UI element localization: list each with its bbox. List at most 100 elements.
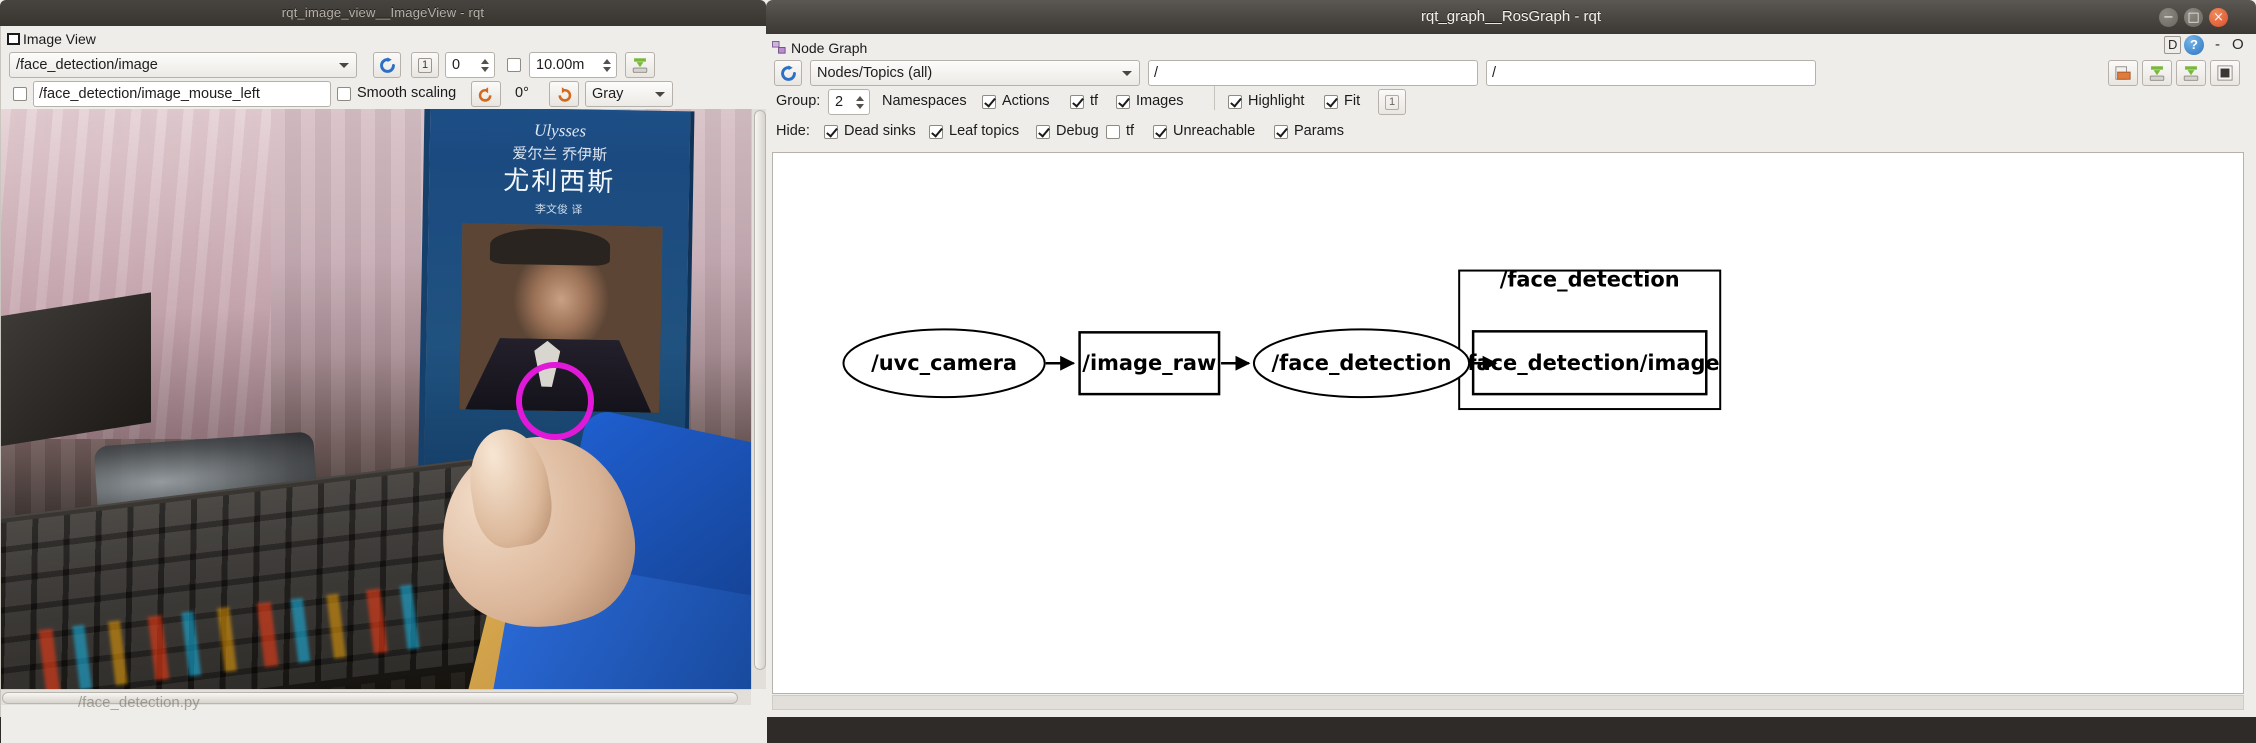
rotate-left-icon <box>478 86 492 102</box>
node-graph-dock-title: Node Graph <box>791 40 868 56</box>
group-label: Group: <box>776 93 821 109</box>
open-file-button[interactable] <box>2108 60 2138 86</box>
graph-node-face-detection-label: /face_detection <box>1272 351 1452 375</box>
zoom-one-to-one-button[interactable]: 1 <box>411 52 439 78</box>
unreachable-label: Unreachable <box>1173 123 1256 139</box>
fit-in-view-button[interactable] <box>2210 60 2240 86</box>
smooth-scaling-label: Smooth scaling <box>357 85 457 101</box>
ros-graph-canvas[interactable]: /face_detection /face_detection/image /u… <box>772 152 2244 694</box>
graph-horizontal-scrollbar[interactable] <box>772 695 2244 710</box>
chevron-down-icon <box>655 92 665 97</box>
image-view-titlebar[interactable]: rqt_image_view__ImageView - rqt <box>0 0 766 26</box>
spin-arrows[interactable] <box>852 91 867 113</box>
images-checkbox[interactable] <box>1116 95 1130 109</box>
chevron-down-icon <box>339 63 349 68</box>
image-index-value: 0 <box>452 57 461 73</box>
fit-checkbox[interactable] <box>1324 95 1338 109</box>
save-image-icon <box>2183 65 2199 81</box>
debug-checkbox[interactable] <box>1036 125 1050 139</box>
hide-label: Hide: <box>776 123 810 139</box>
params-label: Params <box>1294 123 1344 139</box>
leaf-topics-label: Leaf topics <box>949 123 1020 139</box>
node-graph-titlebar[interactable]: rqt_graph__RosGraph - rqt − □ × <box>766 0 2256 34</box>
save-image-button[interactable] <box>2176 60 2206 86</box>
photo-laptop <box>1 292 151 448</box>
dead-sinks-checkbox[interactable] <box>824 125 838 139</box>
close-dock-button[interactable]: O <box>2232 36 2244 53</box>
graph-zoom-one-button[interactable]: 1 <box>1378 89 1406 115</box>
highlight-checkbox[interactable] <box>1228 95 1242 109</box>
one-icon: 1 <box>1384 94 1400 110</box>
include-filter-value: / <box>1154 65 1159 81</box>
image-view-window: rqt_image_view__ImageView - rqt Image Vi… <box>0 0 767 743</box>
leaf-topics-checkbox[interactable] <box>929 125 943 139</box>
book-cover-title-en: Ulysses <box>533 120 587 141</box>
folder-icon <box>2115 66 2131 80</box>
exclude-filter-value: / <box>1492 65 1497 81</box>
unreachable-checkbox[interactable] <box>1153 125 1167 139</box>
hide-tf-checkbox[interactable] <box>1106 125 1120 139</box>
image-view-canvas[interactable]: 爱尔兰 乔伊斯 尤利西斯 李文俊 译 Ulysses <box>1 109 767 689</box>
group-spinbox[interactable]: 2 <box>828 89 870 115</box>
mouse-publish-checkbox[interactable] <box>13 87 27 101</box>
detach-dock-button[interactable]: D <box>2164 36 2182 54</box>
graph-cluster-face-detection[interactable]: /face_detection /face_detection/image <box>1458 268 1722 411</box>
node-graph-window-title: rqt_graph__RosGraph - rqt <box>1420 8 1602 25</box>
image-index-spinbox[interactable]: 0 <box>445 52 495 78</box>
chevron-down-icon <box>1122 71 1132 76</box>
close-icon: × <box>2213 10 2224 25</box>
refresh-topics-button[interactable] <box>373 52 401 78</box>
publish-checkbox[interactable] <box>507 58 521 72</box>
minimize-window-button[interactable]: − <box>2159 8 2178 27</box>
tf-checkbox[interactable] <box>1070 95 1084 109</box>
maximize-icon: □ <box>2187 10 2200 25</box>
book-cover-line3: 李文俊 译 <box>534 202 583 217</box>
actions-checkbox[interactable] <box>982 95 996 109</box>
close-window-button[interactable]: × <box>2209 8 2228 27</box>
image-vertical-scrollbar[interactable] <box>751 109 767 689</box>
ros-graph-svg: /face_detection /face_detection/image /u… <box>842 268 1722 411</box>
graph-node-face-detection[interactable]: /face_detection <box>1252 328 1471 399</box>
smooth-scaling-checkbox[interactable] <box>337 87 351 101</box>
include-filter-input[interactable]: / <box>1148 60 1478 86</box>
scrollbar-thumb[interactable] <box>754 110 766 670</box>
debug-label: Debug <box>1056 123 1099 139</box>
image-view-dock-title: Image View <box>23 31 96 47</box>
colormap-combo[interactable]: Gray <box>585 81 673 107</box>
graph-filter-combo[interactable]: Nodes/Topics (all) <box>810 60 1140 86</box>
hide-tf-label: tf <box>1126 123 1135 139</box>
params-checkbox[interactable] <box>1274 125 1288 139</box>
minimize-icon: − <box>2163 10 2174 25</box>
save-image-icon <box>632 57 648 73</box>
refresh-icon <box>379 56 395 73</box>
mouse-topic-value: /face_detection/image_mouse_left <box>39 86 260 102</box>
mouse-topic-input[interactable]: /face_detection/image_mouse_left <box>33 81 331 107</box>
group-value: 2 <box>835 94 844 110</box>
spin-arrows[interactable] <box>477 54 492 76</box>
dead-sinks-label: Dead sinks <box>844 123 916 139</box>
maximize-window-button[interactable]: □ <box>2184 8 2203 27</box>
book-cover-line2: 尤利西斯 <box>502 166 616 199</box>
spin-arrows[interactable] <box>599 54 614 76</box>
refresh-icon <box>780 64 796 81</box>
graph-refresh-button[interactable] <box>774 60 802 86</box>
graph-node-uvc-camera[interactable]: /uvc_camera <box>842 328 1046 399</box>
collapse-dock-button[interactable]: - <box>2215 36 2220 53</box>
help-button[interactable]: ? <box>2184 35 2204 55</box>
rotate-right-icon <box>558 86 572 102</box>
timeout-spinbox[interactable]: 10.00m <box>529 52 617 78</box>
timeout-value: 10.00m <box>536 57 585 73</box>
node-graph-window: rqt_graph__RosGraph - rqt − □ × Node Gra… <box>766 0 2256 717</box>
image-topic-combo[interactable]: /face_detection/image <box>9 52 357 78</box>
node-graph-window-body: Node Graph D ? - O Nodes/Topics (all) / … <box>766 34 2256 717</box>
rotate-right-button[interactable] <box>549 81 579 107</box>
save-dot-button[interactable] <box>2142 60 2172 86</box>
graph-node-image-raw-label: /image_raw <box>1082 351 1216 375</box>
fit-label: Fit <box>1344 93 1361 109</box>
rotate-left-button[interactable] <box>471 81 501 107</box>
rotation-value-label: 0° <box>515 85 529 101</box>
graph-node-image-raw[interactable]: /image_raw <box>1078 331 1221 396</box>
square-icon <box>2217 65 2233 81</box>
save-image-button[interactable] <box>625 52 655 78</box>
exclude-filter-input[interactable]: / <box>1486 60 1816 86</box>
